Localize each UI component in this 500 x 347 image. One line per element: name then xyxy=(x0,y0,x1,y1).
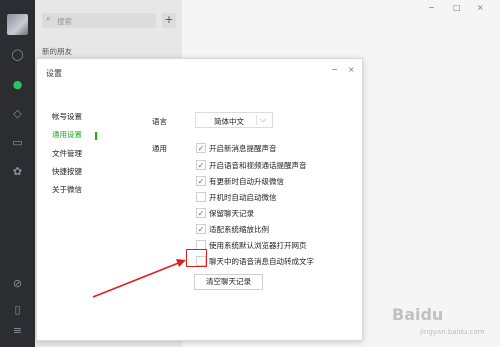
menu-icon[interactable]: ≡ xyxy=(10,323,25,338)
option-label: 适配系统缩放比例 xyxy=(209,225,269,234)
watermark-url: jingyan.baidu.com xyxy=(420,328,485,336)
nav-general[interactable]: 通用设置 xyxy=(52,129,82,147)
avatar[interactable] xyxy=(7,14,28,35)
window-maximize-button[interactable]: □ xyxy=(453,3,461,12)
dialog-minimize-button[interactable]: − xyxy=(331,65,338,74)
nav-rail: ◯ ● ◇ ▭ ✿ ⊘ ▯ ≡ xyxy=(0,0,35,347)
option-label: 开启语音和视频通话提醒声音 xyxy=(209,161,307,170)
nav-active-marker xyxy=(95,132,97,140)
checkbox[interactable] xyxy=(196,192,206,202)
moments-icon[interactable]: ✿ xyxy=(10,164,25,179)
dialog-close-button[interactable]: × xyxy=(348,65,355,74)
language-label: 语言 xyxy=(152,117,167,126)
option-label: 开启新消息提醒声音 xyxy=(209,144,277,153)
select-divider xyxy=(256,115,257,125)
window-close-button[interactable]: × xyxy=(477,3,484,12)
dialog-title: 设置 xyxy=(46,69,62,78)
language-select[interactable]: 简体中文 ⌵ xyxy=(195,112,273,128)
nav-files[interactable]: 文件管理 xyxy=(52,148,82,166)
favorites-icon[interactable]: ◇ xyxy=(10,106,25,121)
option-label: 聊天中的语音消息自动转成文字 xyxy=(209,257,314,266)
option-label: 开机时自动启动微信 xyxy=(209,193,277,202)
chat-icon[interactable]: ◯ xyxy=(10,47,25,62)
watermark-logo: Baidu xyxy=(392,305,444,324)
clear-history-button[interactable]: 清空聊天记录 xyxy=(194,274,263,290)
nav-shortcuts[interactable]: 快捷按键 xyxy=(52,166,82,184)
chevron-down-icon: ⌵ xyxy=(260,115,267,124)
language-value: 简体中文 xyxy=(214,117,244,126)
search-icon: ⌕ xyxy=(46,14,52,24)
checkbox[interactable]: ✓ xyxy=(196,143,206,153)
checkbox[interactable]: ✓ xyxy=(196,160,206,170)
checkbox[interactable]: ✓ xyxy=(196,176,206,186)
option-label: 有更新时自动升级微信 xyxy=(209,177,284,186)
settings-dialog: 设置 − × 帐号设置 通用设置 文件管理 快捷按键 关于微信 语言 简体中文 … xyxy=(36,58,363,341)
contacts-icon[interactable]: ● xyxy=(10,77,25,92)
nav-about[interactable]: 关于微信 xyxy=(52,184,82,202)
phone-icon[interactable]: ▯ xyxy=(10,302,25,317)
section-new-friends: 新的朋友 xyxy=(42,47,72,56)
search-input[interactable]: ⌕ 搜索 xyxy=(42,13,156,28)
highlight-box xyxy=(186,249,207,267)
add-button[interactable]: + xyxy=(162,13,176,28)
general-label: 通用 xyxy=(152,144,167,153)
baidu-watermark: Baidu jingyan.baidu.com xyxy=(392,303,496,343)
option-label: 使用系统默认浏览器打开网页 xyxy=(209,241,307,250)
mini-program-icon[interactable]: ⊘ xyxy=(10,276,25,291)
option-label: 保留聊天记录 xyxy=(209,209,254,218)
checkbox[interactable]: ✓ xyxy=(196,224,206,234)
folder-icon[interactable]: ▭ xyxy=(10,135,25,150)
checkbox[interactable]: ✓ xyxy=(196,208,206,218)
search-placeholder: 搜索 xyxy=(57,17,72,26)
nav-account[interactable]: 帐号设置 xyxy=(52,111,82,129)
settings-nav: 帐号设置 通用设置 文件管理 快捷按键 关于微信 xyxy=(52,111,82,202)
window-minimize-button[interactable]: − xyxy=(428,3,435,12)
